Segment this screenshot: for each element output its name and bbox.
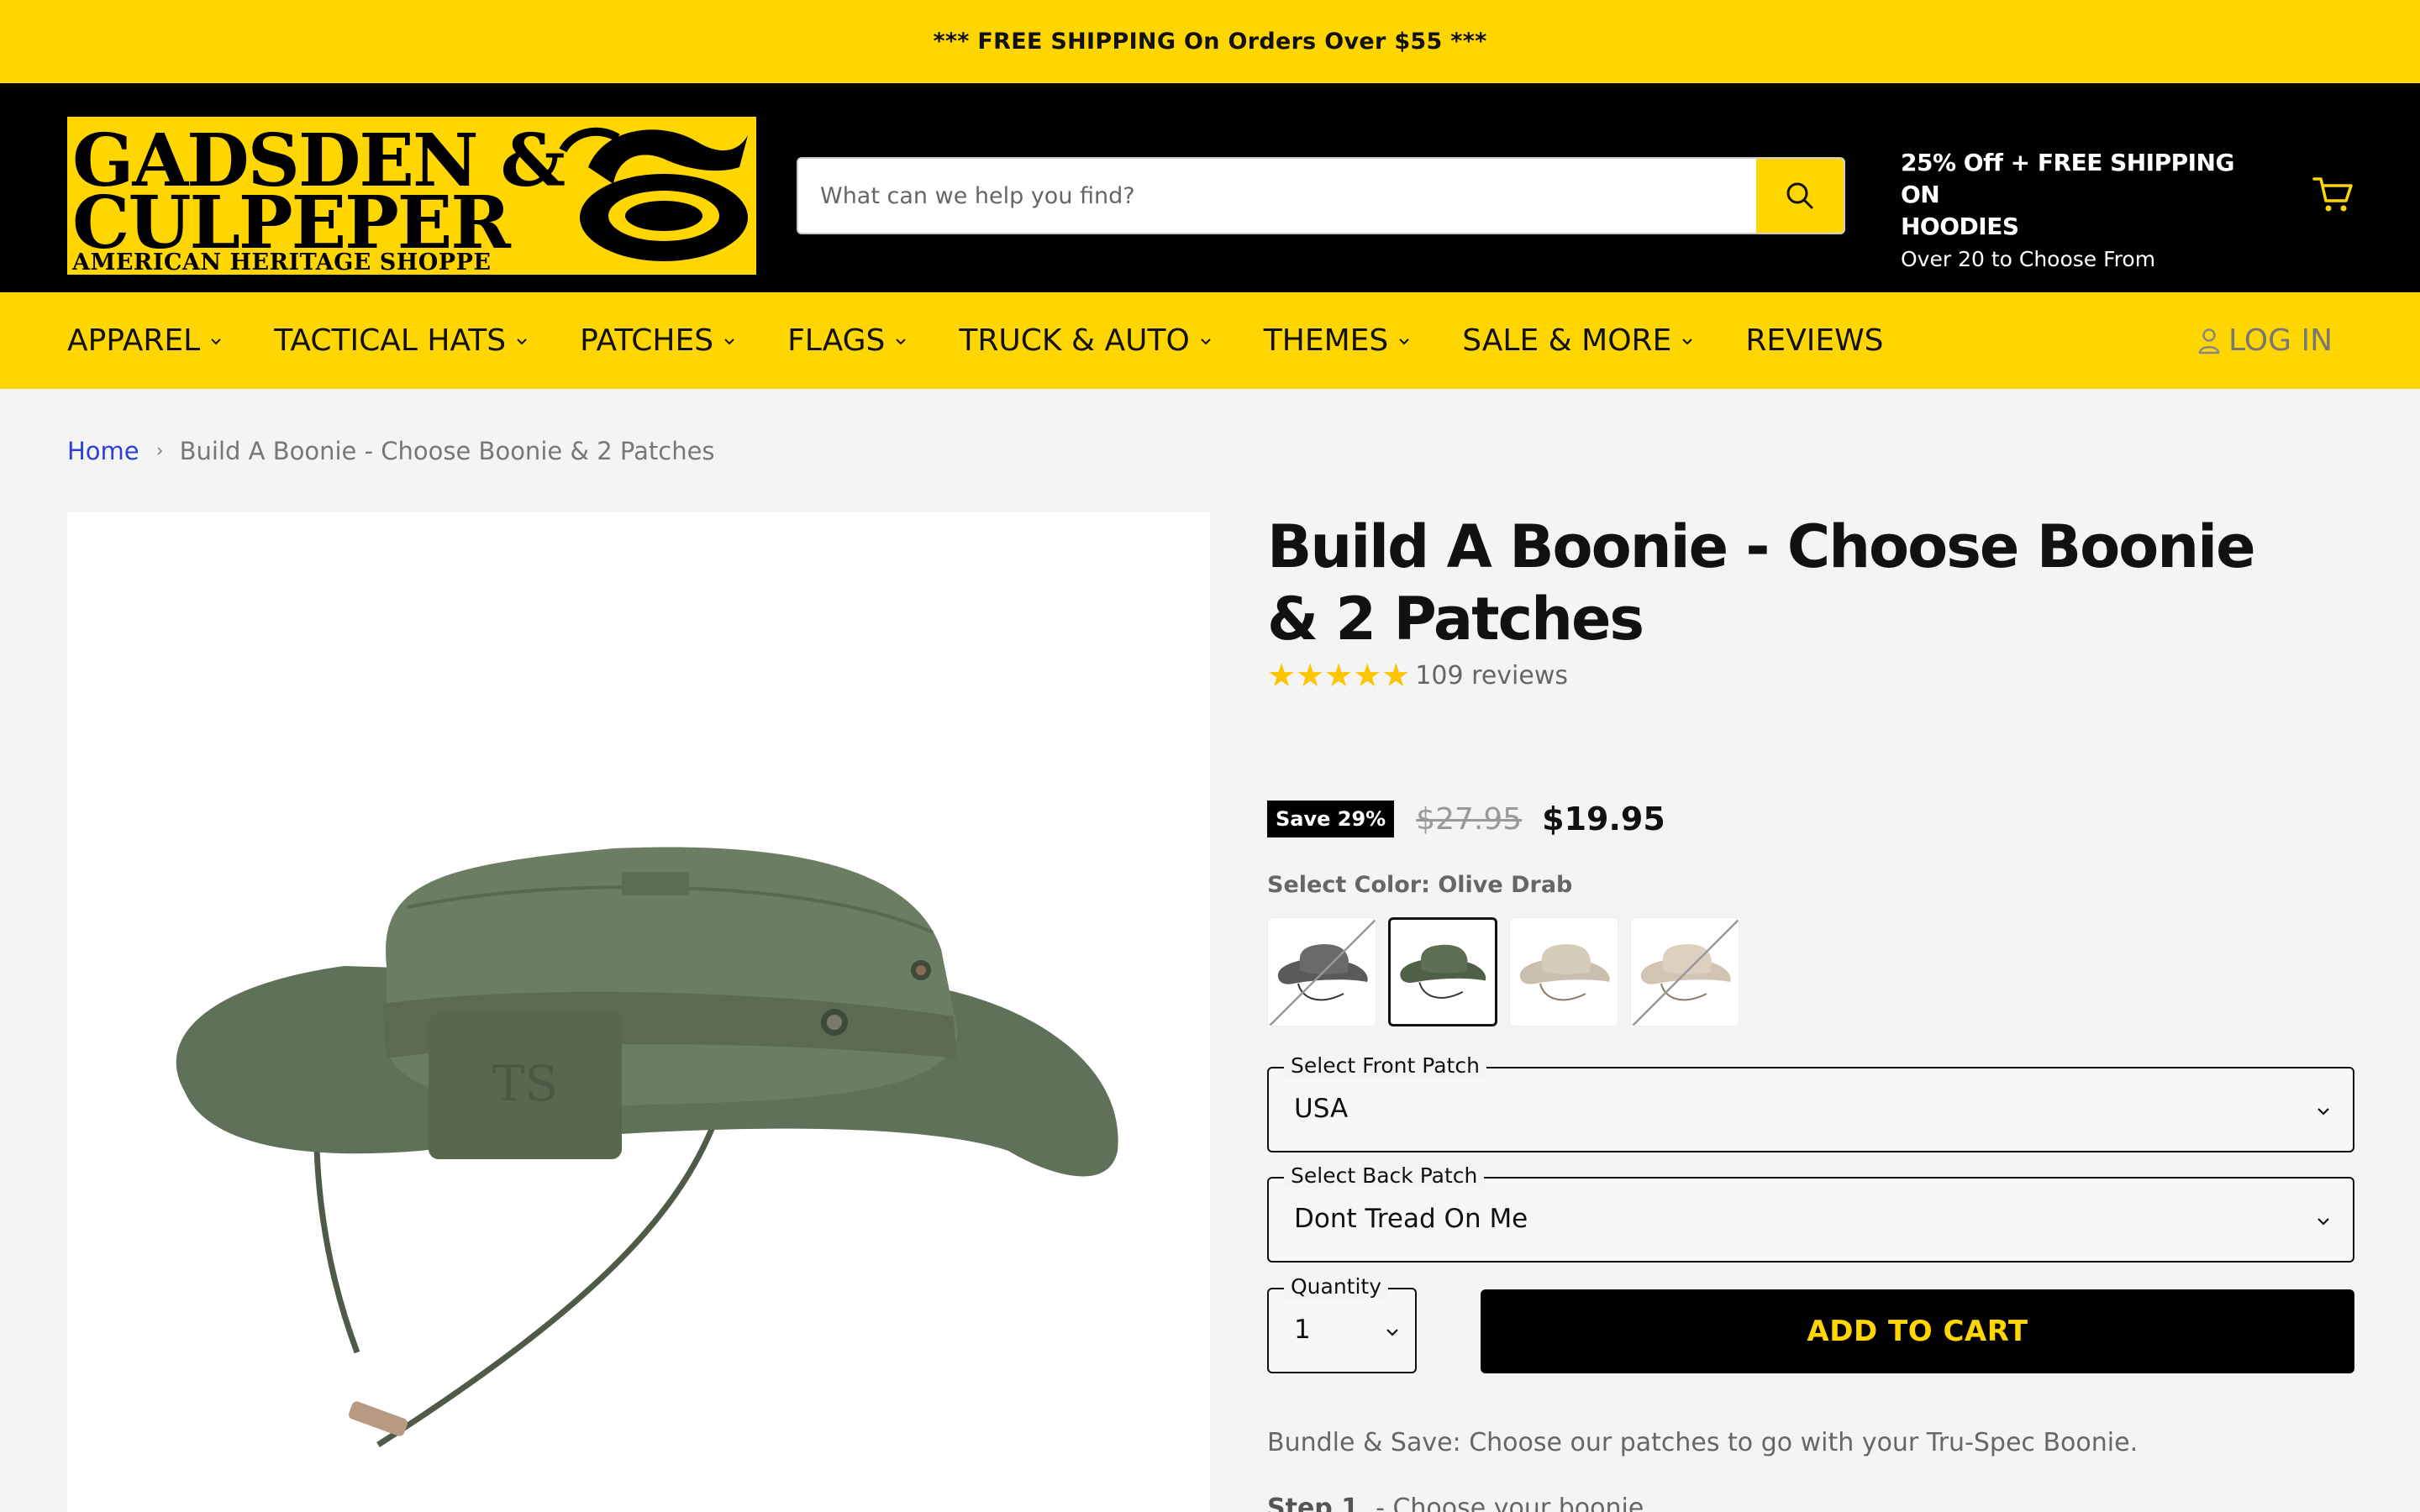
swatch-gray[interactable] (1267, 917, 1376, 1026)
search-bar (797, 157, 1845, 234)
chevron-down-icon (1201, 338, 1211, 344)
swatch-khaki[interactable] (1509, 917, 1618, 1026)
main-nav: APPAREL TACTICAL HATS PATCHES FLAGS TRUC… (0, 292, 2420, 389)
promo-line-1: 25% Off + FREE SHIPPING ON (1901, 149, 2234, 208)
nav-item-label: SALE & MORE (1462, 323, 1672, 358)
search-button[interactable] (1756, 159, 1844, 233)
swatch-olive-drab[interactable] (1388, 917, 1497, 1026)
breadcrumb: Home Build A Boonie - Choose Boonie & 2 … (67, 437, 715, 465)
quantity-label: Quantity (1284, 1274, 1389, 1299)
promo-line-3: Over 20 to Choose From (1901, 247, 2156, 271)
breadcrumb-current: Build A Boonie - Choose Boonie & 2 Patch… (179, 437, 715, 465)
chevron-down-icon (211, 338, 221, 344)
nav-item-label: APPAREL (67, 323, 201, 358)
nav-item-patches[interactable]: PATCHES (580, 323, 735, 358)
chevron-down-icon (724, 338, 734, 344)
compare-price: $27.95 (1416, 801, 1523, 837)
search-icon (1786, 182, 1813, 209)
star-rating-icon: ★★★★★ (1267, 657, 1411, 694)
current-price: $19.95 (1542, 801, 1665, 837)
nav-item-tactical-hats[interactable]: TACTICAL HATS (274, 323, 528, 358)
user-icon (2198, 328, 2220, 354)
snake-emblem-icon (559, 127, 748, 261)
announcement-text: *** FREE SHIPPING On Orders Over $55 *** (933, 29, 1487, 55)
nav-item-truck-auto[interactable]: TRUCK & AUTO (959, 323, 1211, 358)
chevron-down-icon (2317, 1108, 2329, 1116)
nav-item-reviews[interactable]: REVIEWS (1745, 323, 1883, 358)
nav-item-label: TACTICAL HATS (274, 323, 507, 358)
product-description: Bundle & Save: Choose our patches to go … (1267, 1428, 2139, 1457)
color-swatches (1267, 917, 1751, 1026)
unavailable-strike (1631, 918, 1739, 1026)
nav-item-label: REVIEWS (1745, 323, 1884, 358)
front-patch-value: USA (1294, 1094, 1349, 1124)
chevron-down-icon (1399, 338, 1409, 344)
review-count: 109 reviews (1415, 660, 1568, 690)
logo-tagline: AMERICAN HERITAGE SHOPPE (72, 249, 492, 275)
nav-item-label: THEMES (1263, 323, 1389, 358)
chevron-right-icon (157, 447, 162, 455)
site-logo[interactable]: GADSDEN & CULPEPER AMERICAN HERITAGE SHO… (67, 117, 756, 275)
hat-thumbnail-khaki (1519, 944, 1610, 1001)
chevron-down-icon (896, 338, 907, 344)
promo-line-2: HOODIES (1901, 213, 2019, 240)
save-badge: Save 29% (1267, 801, 1395, 837)
login-link[interactable]: LOG IN (2196, 292, 2333, 389)
price-row: Save 29% $27.95 $19.95 (1267, 798, 1665, 840)
product-image-panel[interactable]: TS (67, 512, 1210, 1512)
login-label: LOG IN (2228, 323, 2333, 358)
quantity-value: 1 (1294, 1315, 1311, 1345)
nav-item-apparel[interactable]: APPAREL (67, 323, 222, 358)
step-instruction: Step 1 - Choose your boonie (1267, 1494, 1644, 1512)
cart-icon (2312, 177, 2353, 212)
color-label: Select Color: Olive Drab (1267, 872, 1573, 898)
svg-text:TS: TS (492, 1055, 558, 1112)
quantity-select[interactable]: Quantity 1 (1267, 1274, 1417, 1373)
breadcrumb-home[interactable]: Home (67, 437, 139, 465)
chevron-down-icon (517, 338, 527, 344)
product-rating[interactable]: ★★★★★ 109 reviews (1267, 657, 1568, 694)
step-label: Step 1 (1267, 1494, 1360, 1512)
add-to-cart-button[interactable]: ADD TO CART (1481, 1289, 2354, 1373)
announcement-bar: *** FREE SHIPPING On Orders Over $55 *** (0, 0, 2420, 83)
front-patch-label: Select Front Patch (1284, 1053, 1486, 1078)
product-image-boonie-hat: TS (176, 847, 1118, 1447)
chevron-down-icon (2317, 1218, 2329, 1226)
swatch-tan[interactable] (1630, 917, 1739, 1026)
nav-item-sale-more[interactable]: SALE & MORE (1462, 323, 1693, 358)
back-patch-select[interactable]: Select Back Patch Dont Tread On Me (1267, 1163, 2354, 1263)
nav-item-label: TRUCK & AUTO (959, 323, 1190, 358)
nav-item-label: FLAGS (787, 323, 886, 358)
unavailable-strike (1268, 918, 1376, 1026)
back-patch-label: Select Back Patch (1284, 1163, 1485, 1188)
front-patch-select[interactable]: Select Front Patch USA (1267, 1053, 2354, 1152)
nav-item-label: PATCHES (580, 323, 714, 358)
chevron-down-icon (1682, 338, 1693, 344)
hat-thumbnail-olive (1400, 944, 1486, 999)
cart-button[interactable] (2309, 171, 2356, 218)
header-promo[interactable]: 25% Off + FREE SHIPPING ON HOODIES Over … (1901, 147, 2270, 276)
chevron-down-icon (1386, 1329, 1398, 1336)
step-text: - Choose your boonie (1376, 1494, 1644, 1512)
product-title: Build A Boonie - Choose Boonie & 2 Patch… (1267, 512, 2256, 654)
search-input[interactable] (798, 159, 1756, 233)
nav-item-themes[interactable]: THEMES (1264, 323, 1410, 358)
nav-item-flags[interactable]: FLAGS (787, 323, 907, 358)
back-patch-value: Dont Tread On Me (1294, 1204, 1528, 1234)
site-header: GADSDEN & CULPEPER AMERICAN HERITAGE SHO… (0, 83, 2420, 292)
